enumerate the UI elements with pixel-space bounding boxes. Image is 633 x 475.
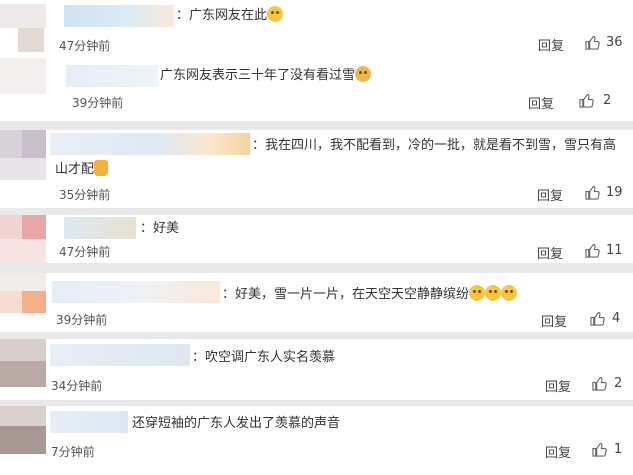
username[interactable] <box>64 5 174 27</box>
comment-text: ：广东网友在此 <box>176 6 284 26</box>
timestamp: 7分钟前 <box>51 445 95 459</box>
comment-card: ：我在四川，我不配看到，冷的一批，就是看不到雪，雪只有高 山才配 35分钟前 回… <box>0 130 633 208</box>
thumbs-up-emoji-icon <box>94 160 109 176</box>
comment-text-continued: 山才配 <box>55 160 109 180</box>
like-count: 2 <box>603 93 612 108</box>
like-icon[interactable] <box>590 311 605 326</box>
reply-button[interactable]: 回复 <box>528 93 554 112</box>
avatar[interactable] <box>0 58 46 94</box>
comment-text: ：我在四川，我不配看到，冷的一批，就是看不到雪，雪只有高 <box>252 138 617 153</box>
like-icon[interactable] <box>585 185 600 200</box>
comment-card: ：吹空调广东人实名羡慕 34分钟前 回复 2 <box>0 339 633 400</box>
reply-button[interactable]: 回复 <box>537 185 563 204</box>
comment-text: ：好美，雪一片一片，在天空天空静静缤纷 <box>222 285 518 305</box>
reply-button[interactable]: 回复 <box>545 442 571 461</box>
like-icon[interactable] <box>579 93 594 108</box>
shocked-emoji-icon <box>355 66 372 82</box>
laugh-emoji-icon <box>501 285 518 301</box>
username[interactable] <box>64 217 136 239</box>
comment-text: 广东网友表示三十年了没有看过雪 <box>160 66 372 86</box>
like-count: 19 <box>606 185 623 200</box>
like-count: 1 <box>614 442 623 457</box>
avatar[interactable] <box>0 273 46 319</box>
like-icon[interactable] <box>592 442 607 457</box>
timestamp: 47分钟前 <box>59 39 111 53</box>
timestamp: 39分钟前 <box>56 313 108 327</box>
comment-text: 还穿短袖的广东人发出了羡慕的声音 <box>132 416 341 431</box>
comment-card: ：好美，雪一片一片，在天空天空静静缤纷 39分钟前 回复 4 <box>0 273 633 332</box>
avatar[interactable] <box>0 215 46 263</box>
avatar[interactable] <box>0 406 46 454</box>
divider <box>0 208 633 215</box>
comment-card: ：广东网友在此 47分钟前 回复 36 <box>0 0 633 58</box>
avatar[interactable] <box>0 4 46 52</box>
comment-card: ：好美 47分钟前 回复 11 <box>0 215 633 263</box>
timestamp: 34分钟前 <box>51 379 103 393</box>
username[interactable] <box>66 65 158 87</box>
like-count: 2 <box>614 376 623 391</box>
avatar[interactable] <box>0 339 46 387</box>
username[interactable] <box>50 133 250 155</box>
laugh-emoji-icon <box>485 285 502 301</box>
comment-text: ：吹空调广东人实名羡慕 <box>192 350 336 365</box>
username[interactable] <box>50 344 190 366</box>
like-icon[interactable] <box>585 243 600 258</box>
comment-card: 还穿短袖的广东人发出了羡慕的声音 7分钟前 回复 1 <box>0 406 633 475</box>
like-count: 36 <box>606 35 623 50</box>
timestamp: 39分钟前 <box>72 96 124 110</box>
timestamp: 35分钟前 <box>59 188 111 202</box>
smile-emoji-icon <box>267 6 284 22</box>
divider <box>0 121 633 130</box>
reply-button[interactable]: 回复 <box>538 35 564 54</box>
comment-text: ：好美 <box>140 221 180 236</box>
username[interactable] <box>52 281 220 303</box>
reply-button[interactable]: 回复 <box>537 243 563 262</box>
like-icon[interactable] <box>592 376 607 391</box>
divider <box>0 332 633 339</box>
timestamp: 47分钟前 <box>59 245 111 259</box>
laugh-emoji-icon <box>469 285 486 301</box>
username[interactable] <box>50 411 128 433</box>
avatar[interactable] <box>0 130 46 180</box>
divider <box>0 263 633 273</box>
like-count: 11 <box>606 243 623 258</box>
reply-button[interactable]: 回复 <box>541 311 567 330</box>
comment-card: 广东网友表示三十年了没有看过雪 39分钟前 回复 2 <box>0 58 633 121</box>
like-icon[interactable] <box>585 35 600 50</box>
like-count: 4 <box>612 311 621 326</box>
reply-button[interactable]: 回复 <box>545 376 571 395</box>
